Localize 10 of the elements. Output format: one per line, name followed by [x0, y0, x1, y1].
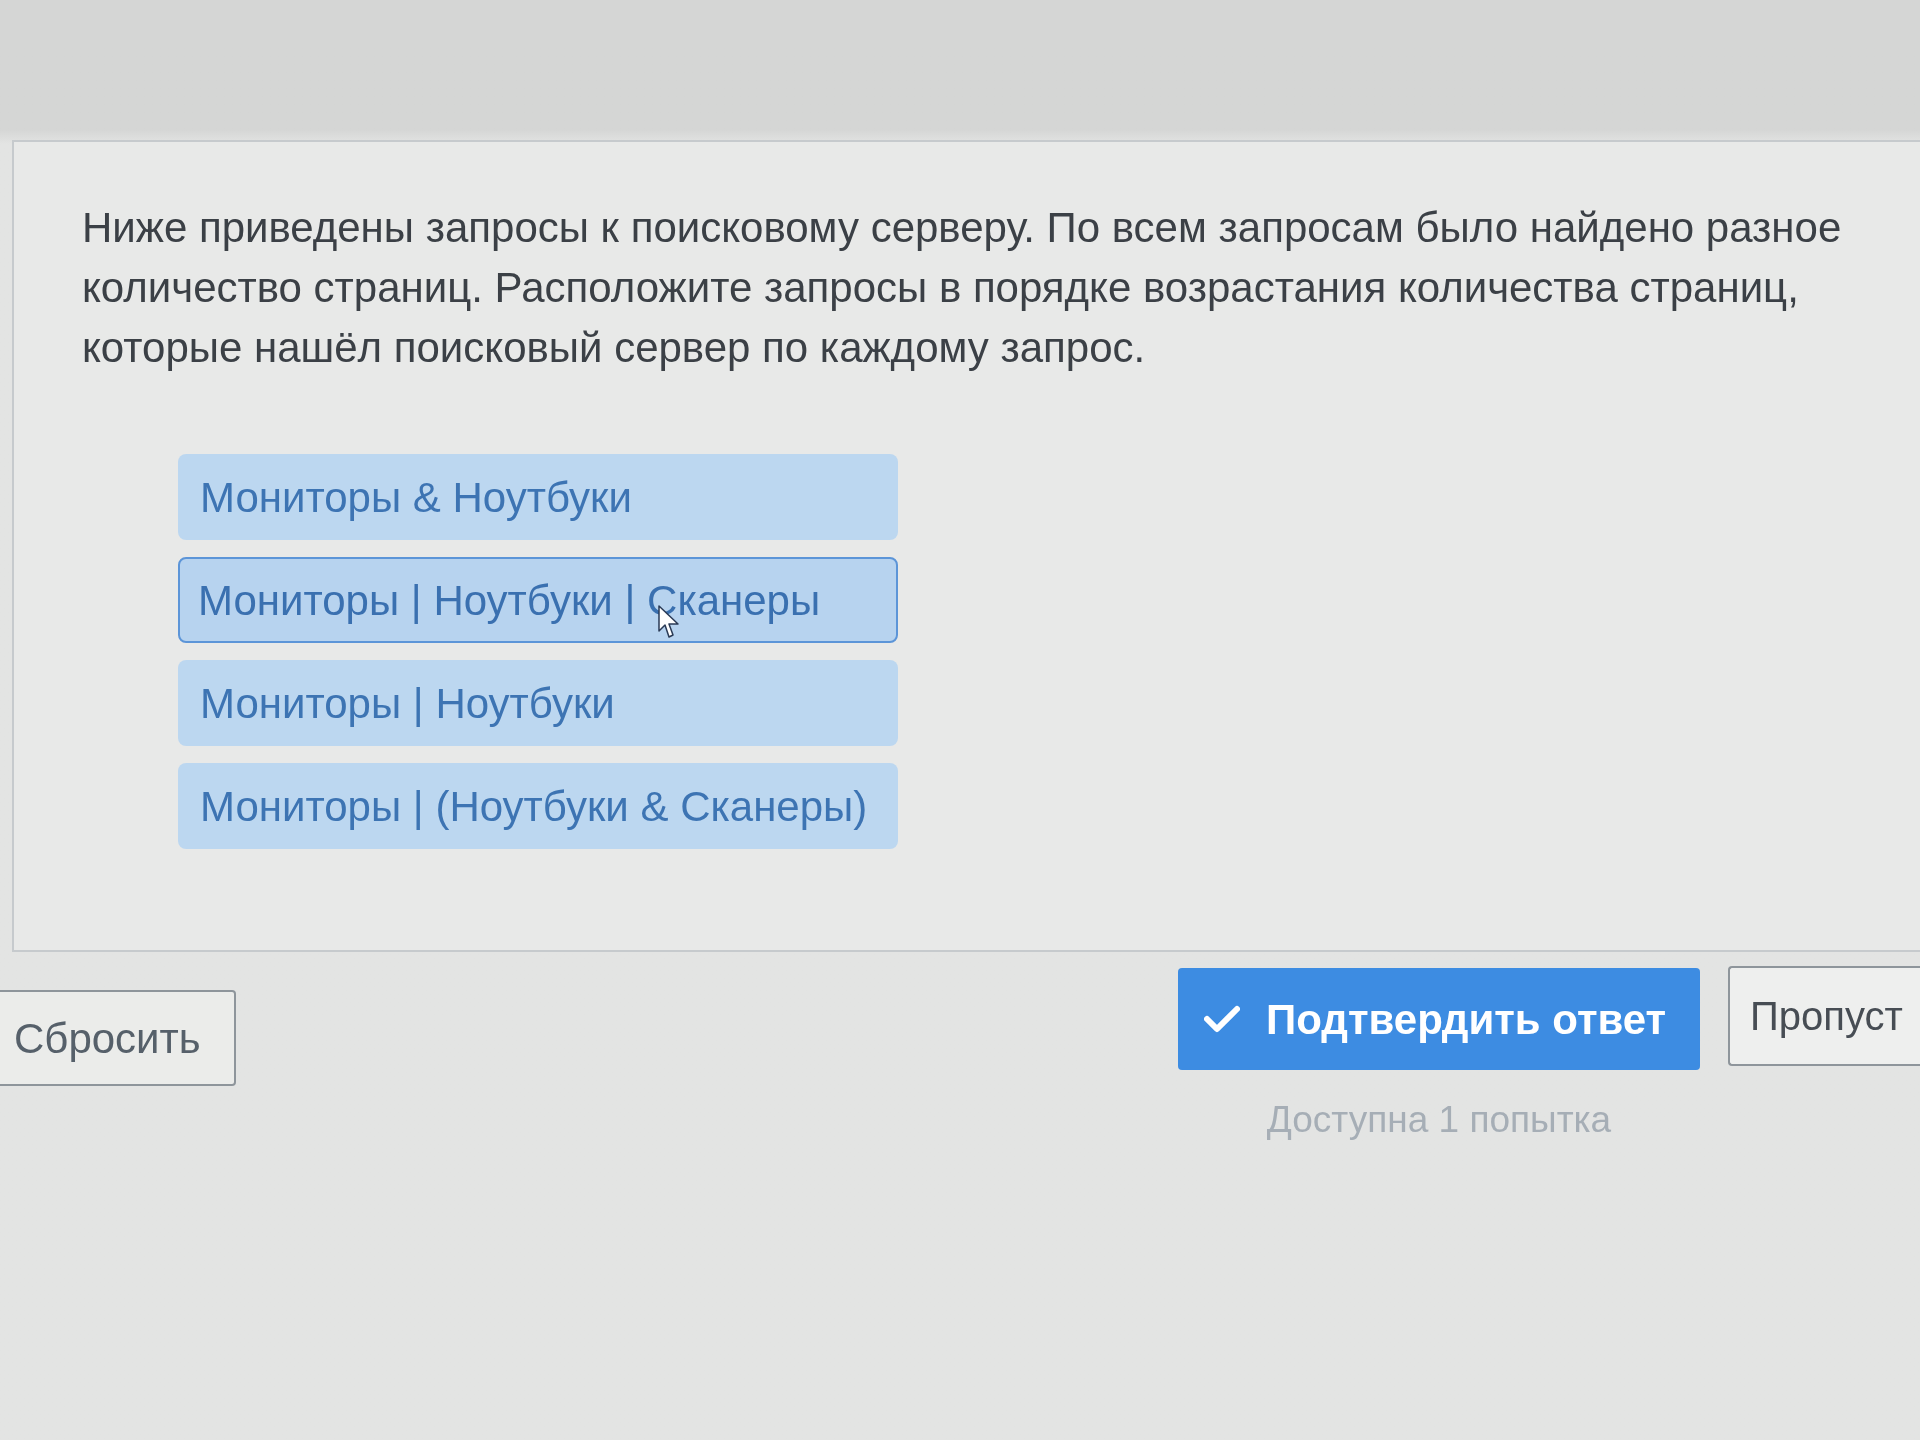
- reset-button[interactable]: Сбросить: [0, 990, 236, 1086]
- check-icon: [1204, 1005, 1240, 1033]
- skip-button[interactable]: Пропуст: [1728, 966, 1920, 1066]
- answer-item[interactable]: Мониторы | (Ноутбуки & Сканеры): [178, 763, 898, 849]
- answer-item[interactable]: Мониторы | Ноутбуки | Сканеры: [178, 557, 898, 643]
- answer-item[interactable]: Мониторы & Ноутбуки: [178, 454, 898, 540]
- question-text: Ниже приведены запросы к поисковому серверу. По всем запросам было найдено разное количество страниц. Расположите запросы в порядке возрастания количества страниц, которые нашёл поисковый сервер по каждому запрос.: [82, 203, 1843, 373]
- submit-answer-button[interactable]: Подтвердить ответ: [1178, 968, 1700, 1070]
- answer-item[interactable]: Мониторы | Ноутбуки: [178, 660, 898, 746]
- attempts-note: Доступна 1 попытка: [1266, 1098, 1612, 1142]
